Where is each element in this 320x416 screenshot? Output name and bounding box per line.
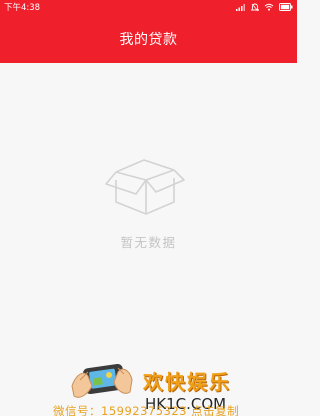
status-time: 下午4:38 — [4, 3, 41, 13]
promo-brand-name: 欢快娱乐 — [143, 370, 231, 394]
status-bar: 下午4:38 — [0, 0, 297, 14]
promo-wechat-copy-link[interactable]: 微信号：15992375323 点击复制 — [53, 403, 239, 416]
empty-box-icon — [105, 159, 185, 215]
loan-list-screen: 下午4:38 我的贷款 暂无数据 欢快娱乐 HK1C.COM 微信号：15992… — [0, 0, 297, 416]
app-header: 下午4:38 我的贷款 — [0, 0, 297, 63]
status-icons — [236, 2, 293, 12]
page-title: 我的贷款 — [119, 32, 178, 48]
signal-icon — [236, 4, 245, 11]
alarm-icon — [251, 3, 259, 11]
empty-state-message: 暂无数据 — [120, 235, 177, 250]
battery-icon — [279, 3, 293, 11]
wifi-icon — [264, 3, 274, 11]
game-controller-hands-icon — [71, 363, 133, 398]
